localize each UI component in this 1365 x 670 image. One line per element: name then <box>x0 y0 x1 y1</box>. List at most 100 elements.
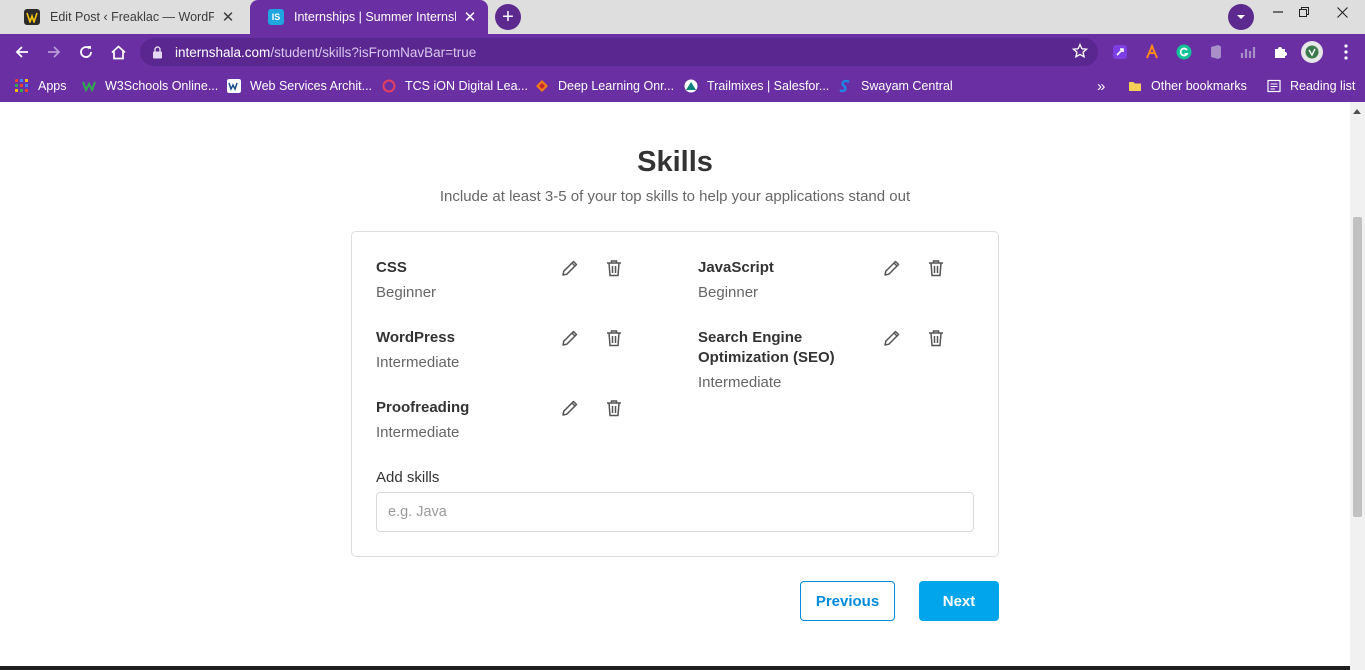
tab-search-button[interactable] <box>1228 4 1254 30</box>
skill-name: CSS <box>376 259 407 276</box>
edit-skill-button[interactable] <box>880 256 904 280</box>
next-button[interactable]: Next <box>919 581 999 621</box>
skill-item: JavaScript Beginner <box>698 258 958 303</box>
deep-learning-icon <box>536 80 548 92</box>
tab-internshala[interactable]: IS Internships | Summer Internship ✕ <box>250 0 488 34</box>
bookmark-label: Other bookmarks <box>1151 79 1247 93</box>
bookmark-label: W3Schools Online... <box>105 79 219 93</box>
delete-skill-button[interactable] <box>924 326 948 350</box>
restore-button[interactable] <box>1290 0 1318 24</box>
new-tab-button[interactable]: + <box>495 4 521 30</box>
edit-skill-button[interactable] <box>558 256 582 280</box>
page-scrollbar[interactable] <box>1350 102 1365 670</box>
delete-skill-button[interactable] <box>602 256 626 280</box>
bookmark-tcs-ion[interactable]: TCS iON Digital Lea... <box>382 77 528 95</box>
close-tab-icon[interactable]: ✕ <box>462 9 478 25</box>
close-tab-icon[interactable]: ✕ <box>220 9 236 25</box>
delete-skill-button[interactable] <box>924 256 948 280</box>
skill-name: Proofreading <box>376 399 470 416</box>
skill-item: CSS Beginner <box>376 258 636 303</box>
grammarly-icon[interactable] <box>1175 43 1193 61</box>
page-subtitle: Include at least 3-5 of your top skills … <box>439 188 911 205</box>
skill-item: WordPress Intermediate <box>376 328 636 373</box>
add-skills-label: Add skills <box>376 469 440 486</box>
bookmark-other-bookmarks[interactable]: Other bookmarks <box>1128 77 1247 95</box>
skills-page: Skills Include at least 3-5 of your top … <box>0 102 1350 670</box>
bookmark-web-services[interactable]: Web Services Archit... <box>227 77 372 95</box>
tab-title: Edit Post ‹ Freaklac — WordPress <box>50 10 214 24</box>
w3schools-icon <box>82 81 96 93</box>
trash-icon <box>929 330 943 347</box>
bookmark-w3schools[interactable]: W3Schools Online... <box>82 77 218 95</box>
previous-button[interactable]: Previous <box>800 581 895 621</box>
bookmark-swayam[interactable]: Swayam Central <box>838 77 953 95</box>
reading-list-icon <box>1267 79 1281 93</box>
window-bottom-edge <box>0 666 1350 670</box>
bookmarks-overflow-button[interactable]: » <box>1097 77 1105 95</box>
scroll-up-arrow-icon[interactable] <box>1353 109 1361 114</box>
tab-title: Internships | Summer Internship <box>294 10 456 24</box>
more-menu-icon[interactable] <box>1337 43 1355 61</box>
trailhead-icon <box>684 79 698 93</box>
add-skills-input[interactable] <box>376 492 974 532</box>
forward-button[interactable] <box>41 39 67 65</box>
bookmark-label: Swayam Central <box>861 79 953 93</box>
bookmark-label: Deep Learning Onr... <box>558 79 675 93</box>
reading-list-button[interactable]: Reading list <box>1267 77 1355 95</box>
address-bar[interactable]: internshala.com/student/skills?isFromNav… <box>140 38 1098 66</box>
skill-name: JavaScript <box>698 259 774 276</box>
bookmark-label: Apps <box>38 79 67 93</box>
edit-skill-button[interactable] <box>558 326 582 350</box>
skill-name: Search Engine Optimization (SEO) <box>698 329 835 366</box>
extension-flame-icon[interactable] <box>1143 43 1161 61</box>
skill-level: Beginner <box>698 284 759 301</box>
edit-skill-button[interactable] <box>880 326 904 350</box>
delete-skill-button[interactable] <box>602 396 626 420</box>
tcs-ion-icon <box>382 79 396 93</box>
w3c-icon <box>227 79 241 93</box>
trash-icon <box>607 260 621 277</box>
bookmark-star-icon[interactable] <box>1071 42 1089 64</box>
pencil-icon <box>562 330 578 346</box>
back-button[interactable] <box>9 39 35 65</box>
bookmark-label: Trailmixes | Salesfor... <box>707 79 830 93</box>
bookmark-label: TCS iON Digital Lea... <box>405 79 528 93</box>
reload-button[interactable] <box>73 39 99 65</box>
office-extension-icon[interactable] <box>1207 43 1225 61</box>
minimize-button[interactable] <box>1264 0 1292 24</box>
url-text: internshala.com/student/skills?isFromNav… <box>175 44 477 60</box>
bookmark-label: Web Services Archit... <box>250 79 373 93</box>
wordpress-favicon-icon <box>24 9 40 25</box>
edit-skill-button[interactable] <box>558 396 582 420</box>
close-window-button[interactable] <box>1328 0 1356 24</box>
arrow-right-icon <box>48 46 61 58</box>
trash-icon <box>607 330 621 347</box>
trash-icon <box>607 400 621 417</box>
bookmark-apps[interactable]: Apps <box>15 77 67 95</box>
bookmark-trailmixes[interactable]: Trailmixes | Salesfor... <box>684 77 829 95</box>
trash-icon <box>929 260 943 277</box>
home-button[interactable] <box>105 39 131 65</box>
bookmarks-bar: Apps W3Schools Online... Web Services Ar… <box>0 70 1365 102</box>
skill-item: Search Engine Optimization (SEO) Interme… <box>698 328 958 393</box>
bookmark-deep-learning[interactable]: Deep Learning Onr... <box>535 77 674 95</box>
pencil-icon <box>562 400 578 416</box>
profile-avatar[interactable] <box>1301 41 1323 63</box>
chevron-down-icon <box>1237 15 1245 19</box>
bookmark-label: Reading list <box>1290 79 1356 93</box>
browser-tab-bar: Edit Post ‹ Freaklac — WordPress ✕ IS In… <box>0 0 1365 34</box>
skill-level: Intermediate <box>698 374 782 391</box>
home-icon <box>110 44 126 59</box>
extensions-puzzle-icon[interactable] <box>1271 43 1289 61</box>
tab-wordpress[interactable]: Edit Post ‹ Freaklac — WordPress ✕ <box>6 0 246 34</box>
skill-item: Proofreading Intermediate <box>376 398 636 443</box>
apps-grid-icon <box>15 79 28 92</box>
scrollbar-thumb[interactable] <box>1353 217 1362 517</box>
delete-skill-button[interactable] <box>602 326 626 350</box>
extension-rocket-icon[interactable] <box>1111 43 1129 61</box>
folder-icon <box>1129 82 1141 91</box>
skills-card: CSS Beginner JavaScript Beginner WordPre… <box>351 231 999 557</box>
page-title: Skills <box>637 146 713 178</box>
analytics-extension-icon[interactable] <box>1239 43 1257 61</box>
swayam-icon <box>839 79 850 93</box>
